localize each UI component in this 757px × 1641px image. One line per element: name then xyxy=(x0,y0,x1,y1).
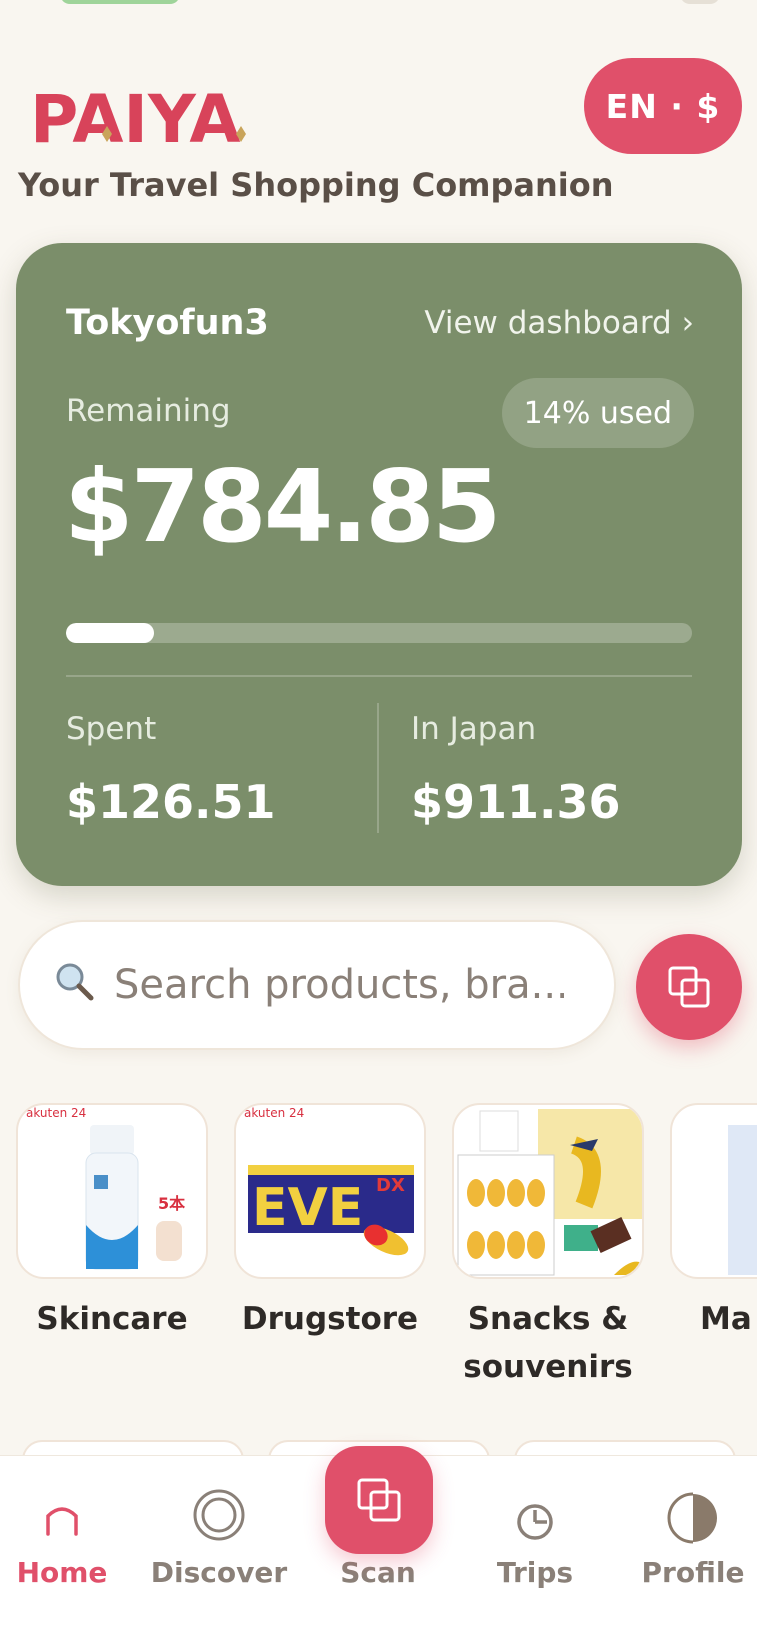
spent-label: Spent xyxy=(66,711,157,747)
in-japan-amount: $911.36 xyxy=(411,775,621,829)
svg-text:akuten 24: akuten 24 xyxy=(244,1106,304,1120)
svg-text:akuten 24: akuten 24 xyxy=(26,1106,86,1120)
search-input[interactable] xyxy=(114,962,564,1008)
in-japan-label: In Japan xyxy=(411,711,537,747)
status-indicator xyxy=(680,0,720,4)
divider xyxy=(66,675,692,677)
scan-fab-button[interactable] xyxy=(325,1446,433,1554)
drugstore-image: akuten 24 EVE DX xyxy=(234,1103,426,1279)
svg-text:DX: DX xyxy=(376,1175,405,1196)
nav-home[interactable]: Home xyxy=(0,1456,137,1641)
paiya-logo: PAIYA xyxy=(30,62,280,152)
category-label: Skincare xyxy=(36,1301,188,1337)
search-icon xyxy=(52,959,96,1012)
profile-icon xyxy=(667,1492,717,1544)
used-badge: 14% used xyxy=(501,378,694,448)
snacks-image xyxy=(452,1103,644,1279)
category-label: Ma xyxy=(700,1301,752,1337)
scan-icon xyxy=(668,966,710,1008)
divider xyxy=(377,703,379,833)
spent-amount: $126.51 xyxy=(66,775,276,829)
nav-label: Scan xyxy=(340,1556,416,1589)
trip-name: Tokyofun3 xyxy=(66,303,269,343)
nav-label: Discover xyxy=(150,1556,288,1589)
budget-progress-bar xyxy=(66,623,692,643)
category-snacks-souvenirs[interactable]: Snacks & souvenirs xyxy=(452,1103,644,1391)
nav-label: Profile xyxy=(641,1556,745,1589)
remaining-label: Remaining xyxy=(66,393,231,429)
view-dashboard-link[interactable]: View dashboard › xyxy=(424,305,694,341)
nav-label: Home xyxy=(16,1556,108,1589)
skincare-image: akuten 24 5本 xyxy=(16,1103,208,1279)
svg-text:EVE: EVE xyxy=(252,1178,363,1238)
budget-progress-fill xyxy=(66,623,154,643)
category-image xyxy=(670,1103,757,1279)
logo-wordmark: PAIYA xyxy=(30,82,241,152)
category-label: Snacks & souvenirs xyxy=(463,1301,633,1385)
budget-card[interactable]: Tokyofun3 View dashboard › Remaining 14%… xyxy=(16,243,742,886)
status-indicator xyxy=(60,0,180,4)
search-bar[interactable] xyxy=(18,920,616,1050)
category-drugstore[interactable]: akuten 24 EVE DX Drugstore xyxy=(234,1103,426,1343)
nav-discover[interactable]: Discover xyxy=(144,1456,294,1641)
discover-icon xyxy=(193,1489,245,1541)
svg-text:5本: 5本 xyxy=(158,1194,185,1213)
tagline: Your Travel Shopping Companion xyxy=(18,166,614,204)
category-label: Drugstore xyxy=(241,1301,419,1337)
category-carousel[interactable]: akuten 24 5本 Skincare akuten 24 EVE DX D… xyxy=(16,1103,757,1403)
nav-profile[interactable]: Profile xyxy=(618,1456,757,1641)
scan-icon xyxy=(357,1478,401,1522)
trips-icon xyxy=(517,1504,553,1540)
nav-label: Trips xyxy=(496,1556,574,1589)
scan-button[interactable] xyxy=(636,934,742,1040)
category-partial[interactable]: Ma xyxy=(670,1103,757,1343)
nav-trips[interactable]: Trips xyxy=(460,1456,610,1641)
language-currency-button[interactable]: EN · $ xyxy=(584,58,742,154)
home-icon xyxy=(46,1507,78,1536)
category-skincare[interactable]: akuten 24 5本 Skincare xyxy=(16,1103,208,1343)
remaining-amount: $784.85 xyxy=(64,448,501,565)
